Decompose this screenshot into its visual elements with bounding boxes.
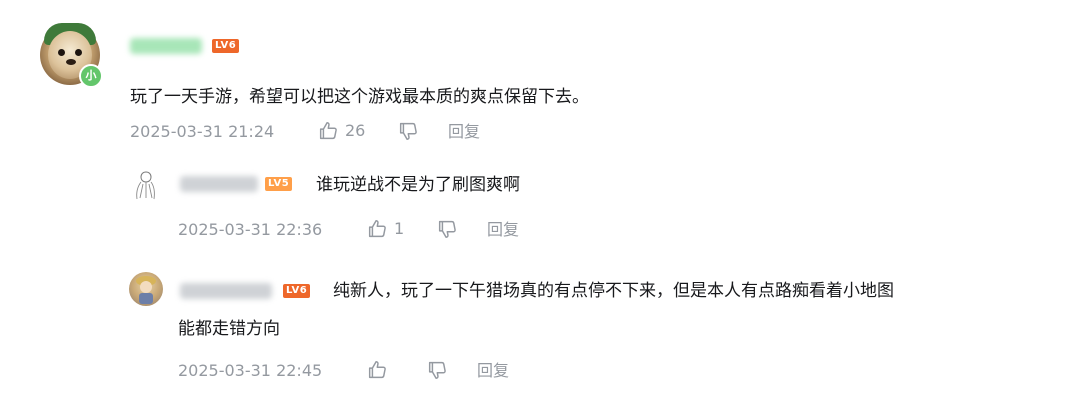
user-tag-badge: 小 [79, 64, 103, 88]
avatar-eye [75, 49, 82, 56]
level-badge: LV6 [212, 39, 240, 53]
like-button[interactable]: 26 [317, 120, 365, 142]
reply-text: 谁玩逆战不是为了刷图爽啊 [316, 175, 520, 195]
like-button[interactable]: 1 [366, 218, 404, 240]
reply-button[interactable]: 回复 [487, 220, 519, 240]
sketch-figure-icon [136, 171, 155, 200]
like-count: 26 [345, 121, 366, 140]
avatar-eye [58, 49, 65, 56]
reply-avatar[interactable] [129, 272, 163, 306]
username-blurred[interactable] [130, 38, 202, 54]
reply-button[interactable]: 回复 [477, 361, 509, 381]
like-button[interactable] [366, 359, 388, 381]
cartoon-figure-icon [136, 276, 156, 304]
reply-avatar[interactable] [129, 168, 163, 202]
avatar-nose [66, 59, 76, 65]
thumbs-down-icon [397, 120, 419, 142]
thumbs-down-icon [426, 359, 448, 381]
thumbs-up-icon [366, 359, 388, 381]
level-badge: LV5 [265, 177, 293, 191]
reply-text-line2: 能都走错方向 [178, 319, 280, 339]
thumbs-down-icon [436, 218, 458, 240]
dislike-button[interactable] [426, 359, 448, 381]
dislike-button[interactable] [397, 120, 419, 142]
thumbs-up-icon [317, 120, 339, 142]
reply-button[interactable]: 回复 [448, 122, 480, 142]
comment-text: 玩了一天手游，希望可以把这个游戏最本质的爽点保留下去。 [130, 87, 589, 107]
like-count: 1 [394, 219, 405, 238]
reply-time: 2025-03-31 22:36 [178, 220, 323, 239]
dislike-button[interactable] [436, 218, 458, 240]
thumbs-up-icon [366, 218, 388, 240]
username-blurred[interactable] [180, 176, 258, 192]
reply-text-line1: 纯新人，玩了一下午猎场真的有点停不下来，但是本人有点路痴看着小地图 [333, 281, 894, 301]
reply-time: 2025-03-31 22:45 [178, 361, 323, 380]
username-blurred[interactable] [180, 283, 272, 299]
comment-time: 2025-03-31 21:24 [130, 122, 275, 141]
level-badge: LV6 [283, 284, 311, 298]
